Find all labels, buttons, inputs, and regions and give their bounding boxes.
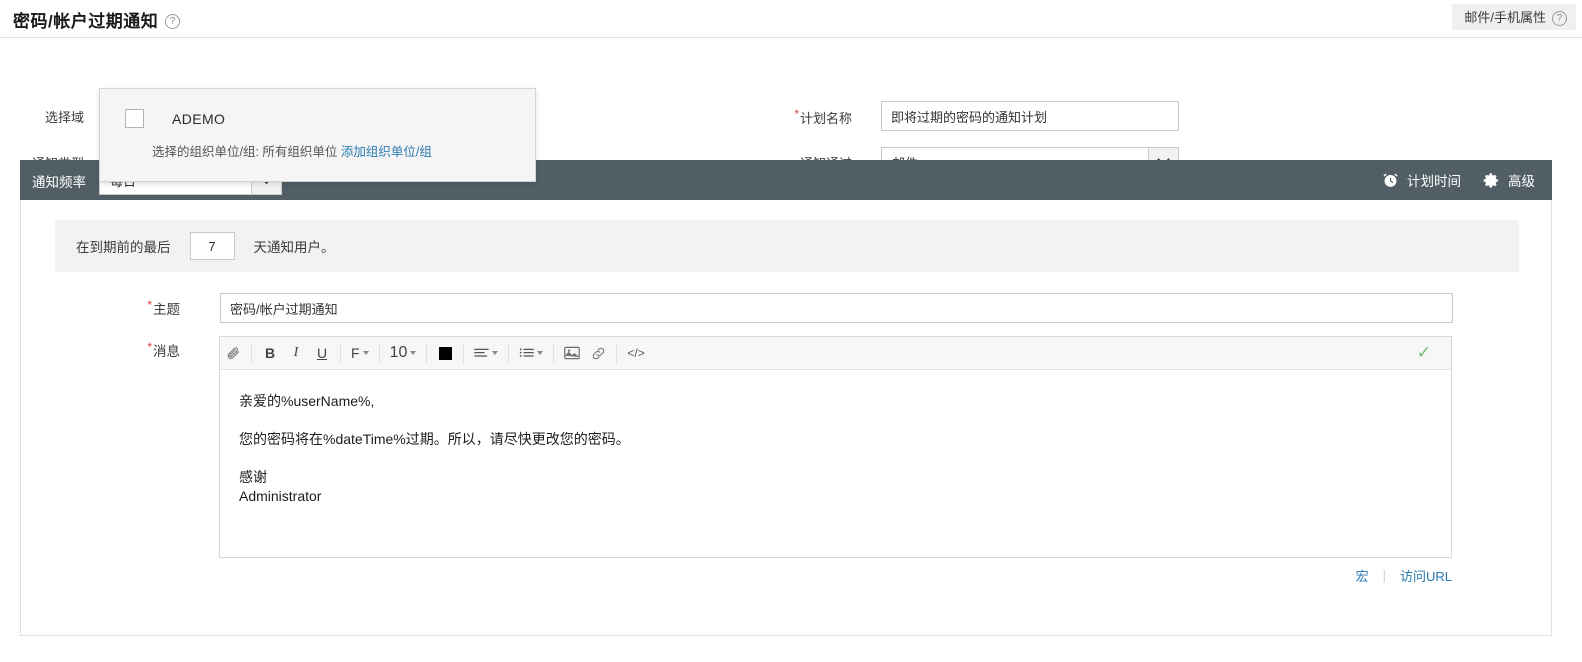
font-size-selector[interactable]: 10 <box>385 337 422 370</box>
page-title: 密码/帐户过期通知? <box>13 7 181 32</box>
underline-icon[interactable]: U <box>309 337 335 370</box>
insert-image-icon[interactable] <box>559 337 585 370</box>
message-signoff: 感谢 <box>239 468 267 485</box>
subject-input[interactable] <box>220 293 1453 323</box>
toolbar-separator <box>340 343 341 363</box>
schedule-time-button[interactable]: 计划时间 <box>1382 170 1461 190</box>
align-icon[interactable] <box>469 337 503 370</box>
editor-toolbar: B I U F 10 </> ✓ <box>220 337 1451 370</box>
gear-icon <box>1483 172 1500 189</box>
visit-url-link[interactable]: 访问URL <box>1400 566 1452 585</box>
select-domain-label: 选择域 <box>44 110 84 125</box>
bullet-list-icon[interactable] <box>514 337 548 370</box>
footer-separator: | <box>1382 568 1386 583</box>
toolbar-separator <box>426 343 428 363</box>
page-root: 密码/帐户过期通知? 邮件/手机属性? 选择域 - 选择域 - 通知类型 *计划… <box>0 0 1582 662</box>
days-prefix-label: 在到期前的最后 <box>76 240 171 255</box>
message-editor[interactable]: B I U F 10 </> ✓ 亲爱的%userName%, 您的密码将在%d… <box>219 336 1452 558</box>
page-title-text: 密码/帐户过期通知 <box>13 12 159 31</box>
domain-name-label: ADEMO <box>172 110 226 127</box>
source-code-icon[interactable]: </> <box>622 337 649 370</box>
domain-checkbox[interactable] <box>125 109 144 128</box>
text-color-swatch[interactable] <box>432 337 458 370</box>
notification-frequency-label: 通知频率 <box>32 175 86 190</box>
domain-option-row[interactable]: ADEMO <box>125 109 225 128</box>
plan-name-label-text: 计划名称 <box>799 111 852 126</box>
domain-dropdown-panel[interactable]: ADEMO 选择的组织单位/组: 所有组织单位 添加组织单位/组 <box>99 88 536 182</box>
add-ou-group-link[interactable]: 添加组织单位/组 <box>341 145 432 159</box>
subject-label: *主题 <box>70 298 180 318</box>
macro-link[interactable]: 宏 <box>1356 566 1369 585</box>
font-family-glyph: F <box>351 345 360 361</box>
insert-link-icon[interactable] <box>585 337 611 370</box>
mail-mobile-attributes-button[interactable]: 邮件/手机属性? <box>1452 4 1576 30</box>
plan-name-input[interactable] <box>881 101 1179 131</box>
advanced-label: 高级 <box>1508 174 1535 189</box>
toolbar-separator <box>251 343 252 363</box>
toolbar-separator <box>508 343 510 363</box>
bar-actions: 计划时间 高级 <box>1382 160 1535 200</box>
attributes-help-circle-icon[interactable]: ? <box>1552 11 1567 26</box>
message-body[interactable]: 亲爱的%userName%, 您的密码将在%dateTime%过期。所以，请尽快… <box>220 370 1451 506</box>
message-label-text: 消息 <box>153 344 180 359</box>
schedule-time-label: 计划时间 <box>1407 174 1461 189</box>
subject-required-marker: * <box>147 298 152 312</box>
help-circle-icon[interactable]: ? <box>165 14 181 29</box>
page-header: 密码/帐户过期通知? 邮件/手机属性? <box>0 0 1582 38</box>
days-suffix-label: 天通知用户。 <box>253 240 335 255</box>
plan-name-required-marker: * <box>794 107 799 121</box>
bold-icon[interactable]: B <box>257 337 283 370</box>
font-family-icon[interactable]: F <box>346 337 374 370</box>
toolbar-separator <box>378 343 380 363</box>
editor-footer-links: 宏 | 访问URL <box>219 566 1452 585</box>
domain-ou-text: 选择的组织单位/组: 所有组织单位 <box>152 145 338 159</box>
green-check-icon[interactable]: ✓ <box>1417 344 1431 361</box>
italic-icon[interactable]: I <box>283 337 309 370</box>
days-before-expiry-bar: 在到期前的最后 天通知用户。 <box>55 220 1519 272</box>
plan-name-label: *计划名称 <box>700 107 852 127</box>
mail-mobile-attributes-label: 邮件/手机属性 <box>1464 10 1546 25</box>
chevron-down-icon <box>410 351 417 355</box>
alarm-clock-icon <box>1382 172 1399 189</box>
message-main-text: 您的密码将在%dateTime%过期。所以，请尽快更改您的密码。 <box>239 430 630 447</box>
days-before-input[interactable] <box>189 232 235 260</box>
font-size-value: 10 <box>389 344 408 361</box>
toolbar-separator <box>553 343 555 363</box>
chevron-down-icon <box>492 351 499 355</box>
color-swatch-black <box>438 346 452 360</box>
chevron-down-icon <box>537 351 544 355</box>
toolbar-separator <box>463 343 465 363</box>
toolbar-separator <box>616 343 618 363</box>
attach-icon[interactable] <box>220 337 246 370</box>
message-required-marker: * <box>147 340 152 354</box>
message-label: *消息 <box>70 340 180 360</box>
advanced-button[interactable]: 高级 <box>1483 170 1535 190</box>
subject-label-text: 主题 <box>153 302 180 317</box>
message-signature: Administrator <box>239 487 322 504</box>
chevron-down-icon <box>362 351 369 355</box>
message-greeting: 亲爱的%userName%, <box>239 393 375 409</box>
domain-ou-summary: 选择的组织单位/组: 所有组织单位 添加组织单位/组 <box>152 141 432 160</box>
